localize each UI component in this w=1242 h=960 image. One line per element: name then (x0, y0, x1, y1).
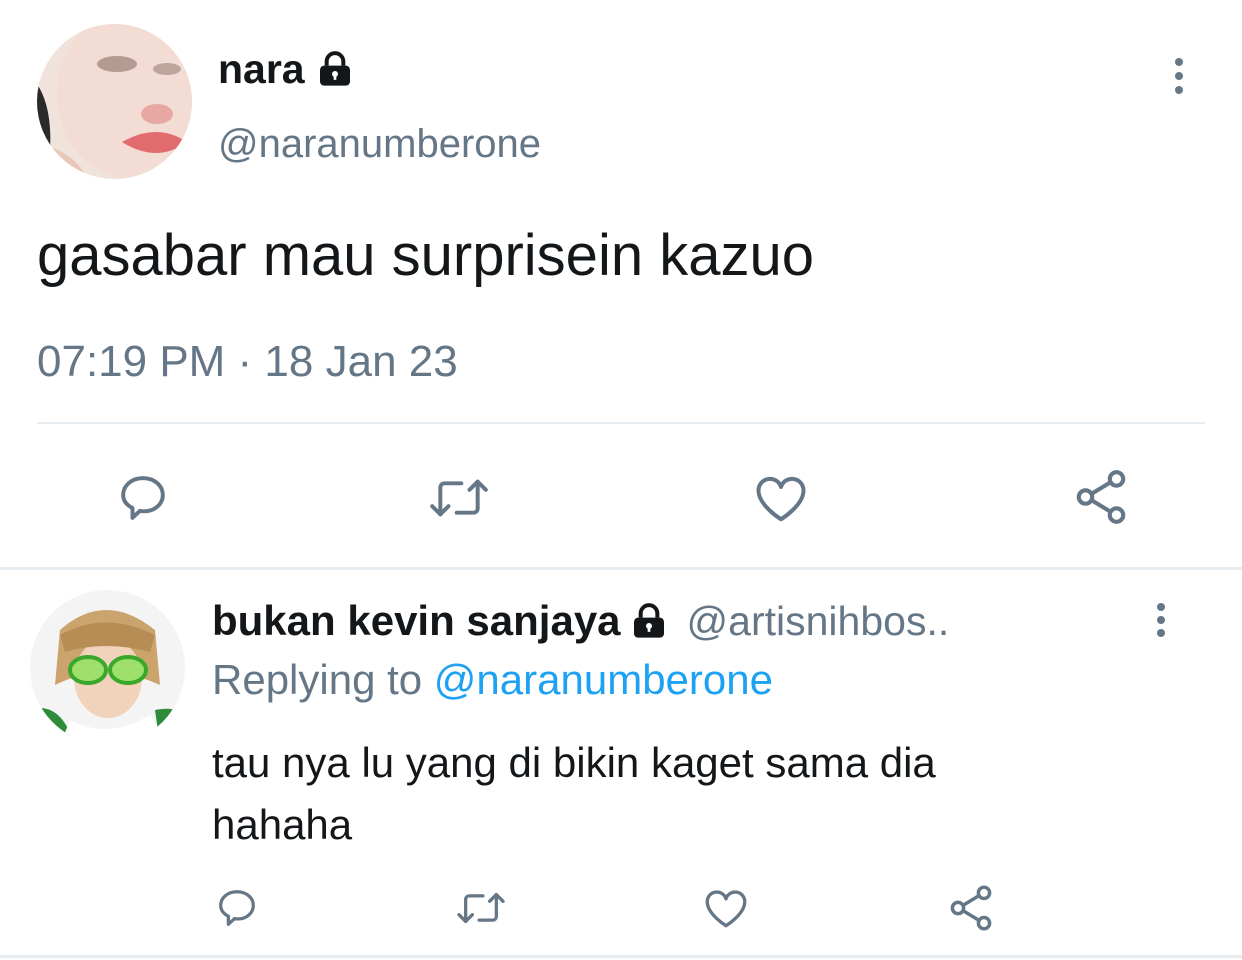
tweet-timestamp: 07:19 PM · 18 Jan 23 (37, 337, 458, 386)
retweet-icon[interactable] (425, 470, 493, 526)
lock-icon (629, 601, 669, 641)
replying-to-handle-link[interactable]: @naranumberone (434, 656, 773, 703)
reply-more-options-button[interactable] (1153, 603, 1169, 637)
section-divider (0, 567, 1242, 570)
reply-text-line: tau nya lu yang di bikin kaget sama dia (212, 739, 936, 786)
reply-handle[interactable]: @artisnihbos.. (687, 598, 950, 645)
lock-icon (315, 49, 355, 89)
like-icon[interactable] (750, 468, 812, 528)
avatar-photo (30, 590, 185, 745)
replying-to-line: Replying to @naranumberone (212, 656, 773, 704)
reply-icon[interactable] (115, 470, 171, 526)
avatar-photo (37, 24, 192, 179)
reply-display-name[interactable]: bukan kevin sanjaya (212, 597, 621, 645)
reply-text-line: hahaha (212, 801, 353, 848)
share-icon[interactable] (945, 882, 997, 934)
reply-text: tau nya lu yang di bikin kaget sama dia … (212, 732, 936, 856)
more-options-button[interactable] (1170, 58, 1188, 94)
tweet-text: gasabar mau surprisein kazuo (37, 223, 814, 288)
author-avatar[interactable] (37, 24, 192, 179)
bottom-divider (0, 955, 1242, 958)
reply-avatar[interactable] (30, 590, 185, 745)
divider (37, 422, 1205, 424)
retweet-icon[interactable] (453, 885, 509, 931)
replying-to-label: Replying to (212, 656, 423, 703)
author-display-name[interactable]: nara (218, 46, 305, 93)
reply-icon[interactable] (214, 885, 260, 931)
author-handle[interactable]: @naranumberone (218, 122, 541, 167)
like-icon[interactable] (701, 883, 751, 933)
share-icon[interactable] (1070, 466, 1132, 528)
